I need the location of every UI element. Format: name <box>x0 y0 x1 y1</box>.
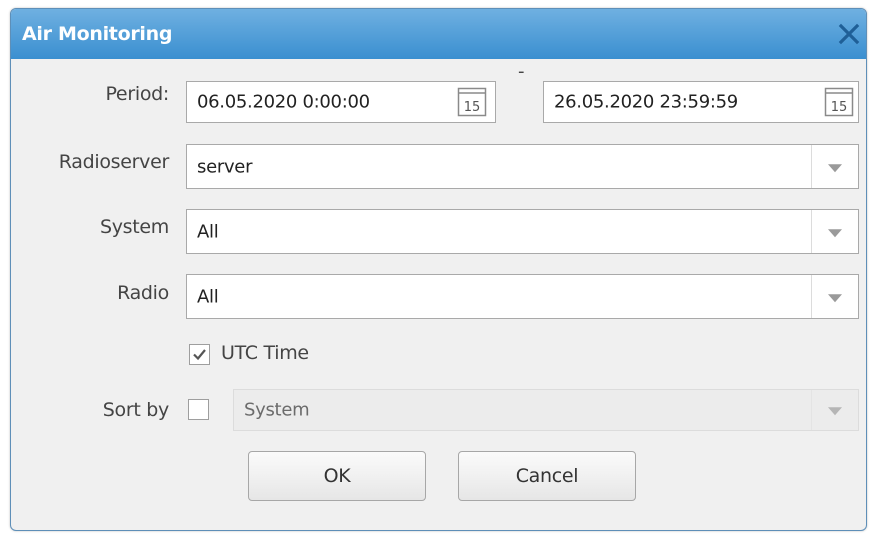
air-monitoring-dialog: Air Monitoring Period: 06.05.2020 0:00:0… <box>10 8 867 531</box>
system-label: System <box>99 216 169 238</box>
chevron-down-icon <box>828 293 842 302</box>
calendar-day: 15 <box>464 100 481 115</box>
dialog-title: Air Monitoring <box>22 23 173 45</box>
period-to-field[interactable]: 26.05.2020 23:59:59 15 <box>543 81 859 123</box>
system-dropdown-button[interactable] <box>811 210 858 253</box>
dialog-titlebar[interactable]: Air Monitoring <box>11 9 866 59</box>
calendar-icon[interactable]: 15 <box>457 87 487 117</box>
period-from-value: 06.05.2020 0:00:00 <box>197 91 370 113</box>
sortby-dropdown-button <box>811 390 858 430</box>
chevron-down-icon <box>828 163 842 172</box>
radio-dropdown-button[interactable] <box>811 275 858 318</box>
chevron-down-icon <box>828 228 842 237</box>
radio-value: All <box>197 286 219 307</box>
sortby-value: System <box>244 399 310 421</box>
period-from-field[interactable]: 06.05.2020 0:00:00 15 <box>186 81 496 123</box>
sortby-checkbox[interactable] <box>188 399 209 420</box>
radioserver-value: server <box>197 156 253 177</box>
period-to-value: 26.05.2020 23:59:59 <box>554 91 738 113</box>
cancel-button[interactable]: Cancel <box>458 451 636 501</box>
radioserver-dropdown-button[interactable] <box>811 145 858 188</box>
sortby-select: System <box>233 389 859 431</box>
close-icon[interactable] <box>836 21 862 47</box>
checkmark-icon <box>193 349 206 361</box>
system-select[interactable]: All <box>186 209 859 254</box>
radioserver-label: Radioserver <box>58 151 170 173</box>
chevron-down-icon <box>828 407 842 416</box>
utc-time-label[interactable]: UTC Time <box>221 342 309 364</box>
utc-time-checkbox[interactable] <box>189 344 210 365</box>
sortby-label: Sort by <box>102 399 170 421</box>
ok-button[interactable]: OK <box>248 451 426 501</box>
system-value: All <box>197 221 219 242</box>
radio-select[interactable]: All <box>186 274 859 319</box>
calendar-icon[interactable]: 15 <box>824 87 854 117</box>
period-separator: - <box>518 61 525 82</box>
period-label: Period: <box>105 83 169 105</box>
radioserver-select[interactable]: server <box>186 144 859 189</box>
radio-label: Radio <box>117 282 169 304</box>
calendar-day: 15 <box>831 100 848 115</box>
